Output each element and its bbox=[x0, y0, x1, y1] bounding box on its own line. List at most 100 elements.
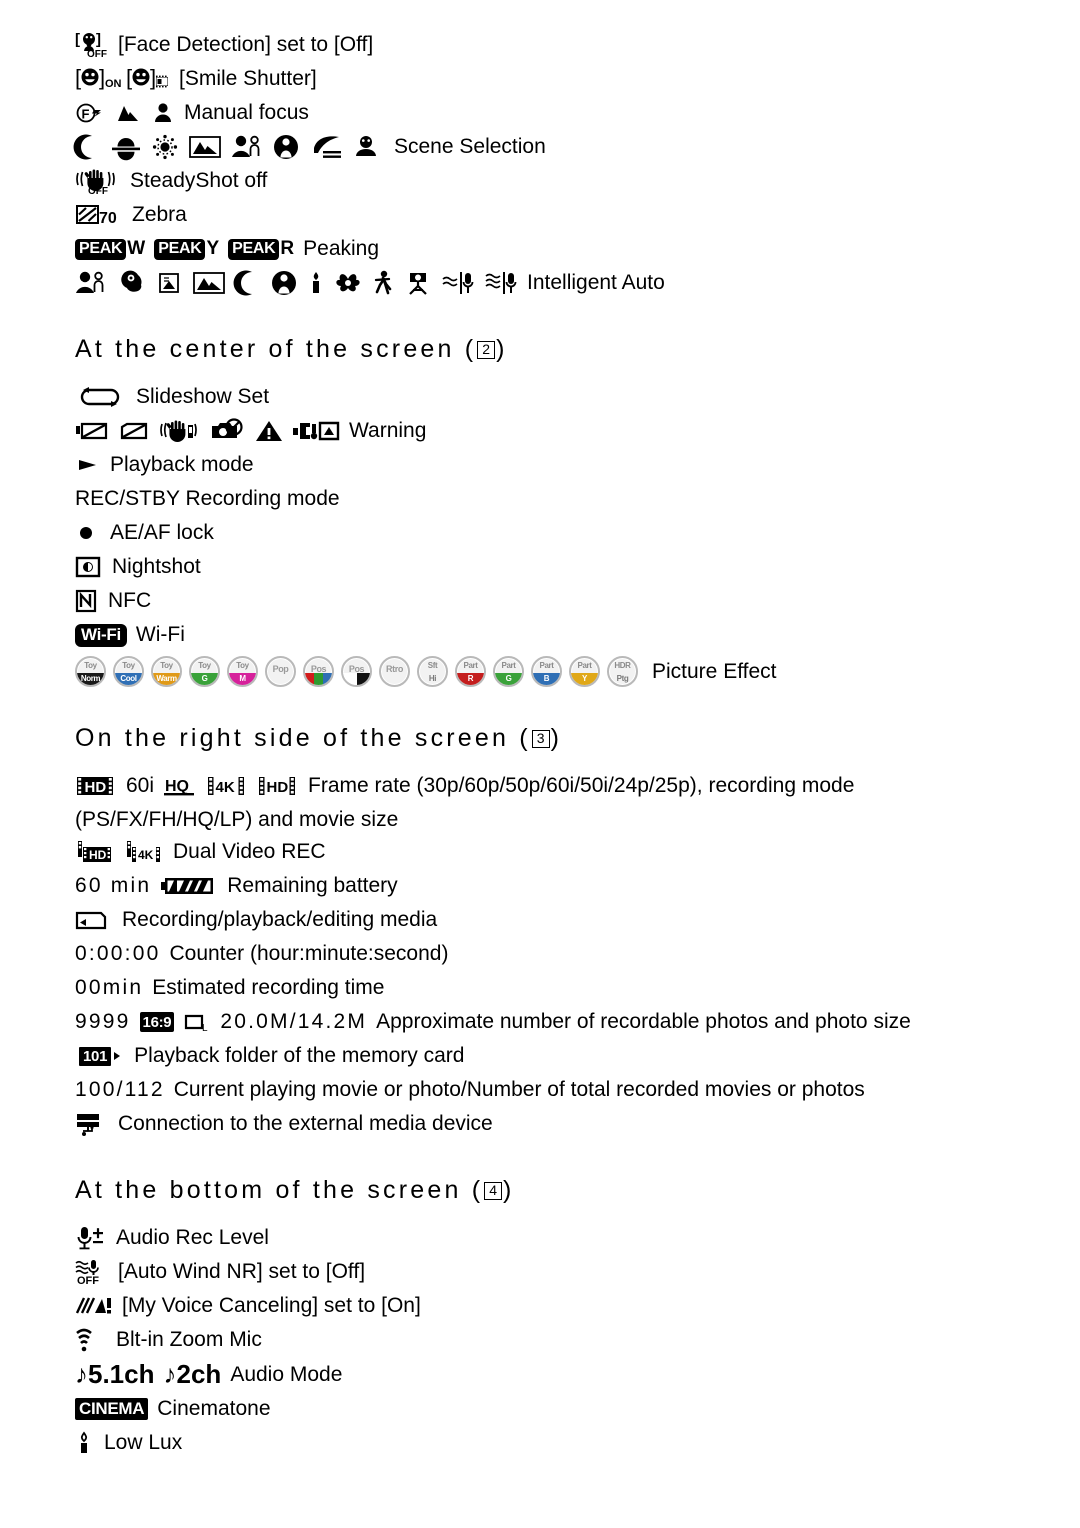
chip-top-label: Part bbox=[539, 661, 554, 670]
frame-rate-description-line1: Frame rate (30p/60p/50p/60i/50i/24p/25p)… bbox=[308, 774, 855, 797]
chip-top-label: Toy bbox=[198, 661, 211, 670]
peak-y-icon: PEAK bbox=[154, 238, 206, 260]
manual-focus-mountain-icon bbox=[118, 106, 138, 121]
list-item-label: Zebra bbox=[132, 203, 187, 226]
ia-walk-icon bbox=[374, 270, 392, 295]
scene-night-icon bbox=[73, 134, 92, 160]
picture-effect-chip: HDR Ptg bbox=[607, 656, 638, 687]
face-detection-off-icon: [ ] OFF bbox=[75, 31, 107, 60]
chip-bottom-label: R bbox=[457, 673, 484, 685]
external-media-label: Connection to the external media device bbox=[118, 1112, 493, 1135]
peak-w-icon: PEAK bbox=[75, 238, 127, 260]
picture-effect-label: Picture Effect bbox=[652, 659, 777, 683]
svg-text:L: L bbox=[202, 1023, 208, 1034]
chip-top-label: Part bbox=[577, 661, 592, 670]
list-item-label: Slideshow Set bbox=[136, 385, 270, 408]
auto-wind-nr-off-icon: OFF bbox=[75, 1260, 99, 1287]
chip-top-label: Toy bbox=[84, 661, 97, 670]
svg-text:[: [ bbox=[75, 31, 80, 48]
chip-top-label: Toy bbox=[236, 661, 249, 670]
picture-effect-chip: Part Y bbox=[569, 656, 600, 687]
heading-text: At the center of the screen ( bbox=[75, 335, 477, 363]
list-item: OFF SteadyShot off bbox=[75, 166, 1020, 197]
chip-color-split bbox=[343, 673, 370, 685]
list-item: F Manual focus bbox=[75, 98, 1020, 128]
list-item-label: Scene Selection bbox=[394, 135, 546, 158]
list-item: Nightshot bbox=[75, 552, 1020, 582]
picture-effect-chip: Part R bbox=[455, 656, 486, 687]
picture-effect-chip: Part G bbox=[493, 656, 524, 687]
heading-number-badge: 3 bbox=[531, 730, 550, 748]
scene-landscape-icon bbox=[189, 136, 221, 158]
current-playing-value: 100/112 bbox=[75, 1078, 165, 1101]
dual-video-rec-item: HD 4K Dual Video REC bbox=[75, 837, 1020, 867]
heading-text-after: ) bbox=[550, 724, 563, 752]
scene-fireworks-icon bbox=[152, 134, 178, 160]
ia-portrait-icon bbox=[76, 271, 104, 293]
svg-text:F: F bbox=[82, 107, 90, 122]
list-item-label: Intelligent Auto bbox=[527, 271, 665, 294]
chip-bottom-label: G bbox=[191, 673, 218, 685]
list-item-label: AE/AF lock bbox=[110, 521, 214, 544]
frame-rate-60i: 60i bbox=[126, 774, 155, 797]
ia-macro-icon bbox=[336, 274, 360, 292]
list-item-label: NFC bbox=[108, 589, 152, 612]
estimated-time-item: 00min Estimated recording time bbox=[75, 973, 1020, 1003]
playback-mode-icon bbox=[79, 460, 96, 470]
external-media-item: Connection to the external media device bbox=[75, 1109, 1020, 1139]
manual-focus-f-icon: F bbox=[76, 103, 101, 123]
svg-text:]: ] bbox=[96, 31, 101, 48]
picture-effect-chip: Part B bbox=[531, 656, 562, 687]
frame-rate-description-line2: (PS/FX/FH/HQ/LP) and movie size bbox=[75, 808, 399, 831]
dual-4k-icon: 4K bbox=[127, 841, 160, 862]
playback-folder-number: 101 bbox=[79, 1046, 112, 1066]
list-item: 70 Zebra bbox=[75, 200, 1020, 230]
scene-beach-icon bbox=[314, 136, 341, 158]
current-playing-label: Current playing movie or photo/Number of… bbox=[173, 1078, 865, 1101]
screen-indicator-list-right: HD 60i HQ 4K HD Frame rate (30p/60p/50p/… bbox=[75, 771, 1020, 1139]
battery-minutes: 60 min bbox=[75, 874, 152, 897]
picture-effect-chip: Sft Hi bbox=[417, 656, 448, 687]
nightshot-icon bbox=[75, 556, 101, 578]
screen-indicator-list-top: [ ] OFF [Face Detection] set to [Off] [ … bbox=[73, 30, 1020, 298]
svg-text:4K: 4K bbox=[138, 848, 154, 862]
svg-text:HQ: HQ bbox=[165, 778, 189, 795]
hd-film-icon: HD bbox=[77, 777, 113, 796]
cinematone-item: CINEMA Cinematone bbox=[75, 1394, 1020, 1424]
external-media-icon bbox=[77, 1114, 99, 1136]
list-item: Scene Selection bbox=[73, 132, 1020, 162]
warn-media-full-icon bbox=[76, 422, 108, 440]
list-item-label: Nightshot bbox=[112, 555, 201, 578]
audio-mode-2ch: ♪2ch bbox=[163, 1359, 222, 1389]
page-section-heading-center: At the center of the screen (2) bbox=[75, 332, 1020, 366]
nfc-icon bbox=[75, 589, 97, 613]
list-item-label: REC/STBY Recording mode bbox=[75, 487, 340, 510]
list-item: Playback mode bbox=[75, 450, 1020, 480]
picture-effect-chip: Toy Norm bbox=[75, 656, 106, 687]
current-playing-item: 100/112 Current playing movie or photo/N… bbox=[75, 1075, 1020, 1105]
picture-effect-chip: Pos bbox=[303, 656, 334, 687]
audio-mode-51ch: ♪5.1ch bbox=[75, 1359, 155, 1389]
list-item: Intelligent Auto bbox=[75, 268, 1020, 298]
photo-size-l-icon: L bbox=[185, 1014, 208, 1034]
picture-effect-chip: Toy Warm bbox=[151, 656, 182, 687]
list-item-label: Peaking bbox=[303, 237, 380, 260]
screen-indicator-list-bottom: Audio Rec Level OFF [Auto Wind NR] set t… bbox=[75, 1223, 1020, 1458]
zoom-mic-icon bbox=[76, 1328, 92, 1352]
picture-effect-chip-list: Toy Norm Toy Cool Toy Warm Toy G Toy M Pop Pos Pos Rt… bbox=[75, 656, 638, 687]
list-item-label: Manual focus bbox=[184, 101, 309, 124]
media-card-icon bbox=[75, 911, 107, 930]
audio-mode-item: ♪5.1ch ♪2ch Audio Mode bbox=[75, 1359, 1020, 1390]
peak-y-suffix: Y bbox=[206, 238, 220, 259]
chip-bottom-label: Norm bbox=[77, 673, 104, 685]
list-item: REC/STBY Recording mode bbox=[75, 484, 1020, 514]
scene-snow-icon bbox=[356, 136, 376, 156]
list-item-label: Wi-Fi bbox=[135, 623, 185, 646]
page-section-heading-bottom: At the bottom of the screen (4) bbox=[75, 1173, 1020, 1207]
chip-top-label: Toy bbox=[160, 661, 173, 670]
svg-text:HD: HD bbox=[85, 779, 107, 796]
estimated-value: 00min bbox=[75, 976, 144, 999]
smile-shutter-on-icon: [ ] ON bbox=[75, 65, 122, 90]
list-item-label: [Auto Wind NR] set to [Off] bbox=[118, 1260, 366, 1283]
aspect-ratio-16-9-icon: 16:9 bbox=[139, 1012, 175, 1032]
